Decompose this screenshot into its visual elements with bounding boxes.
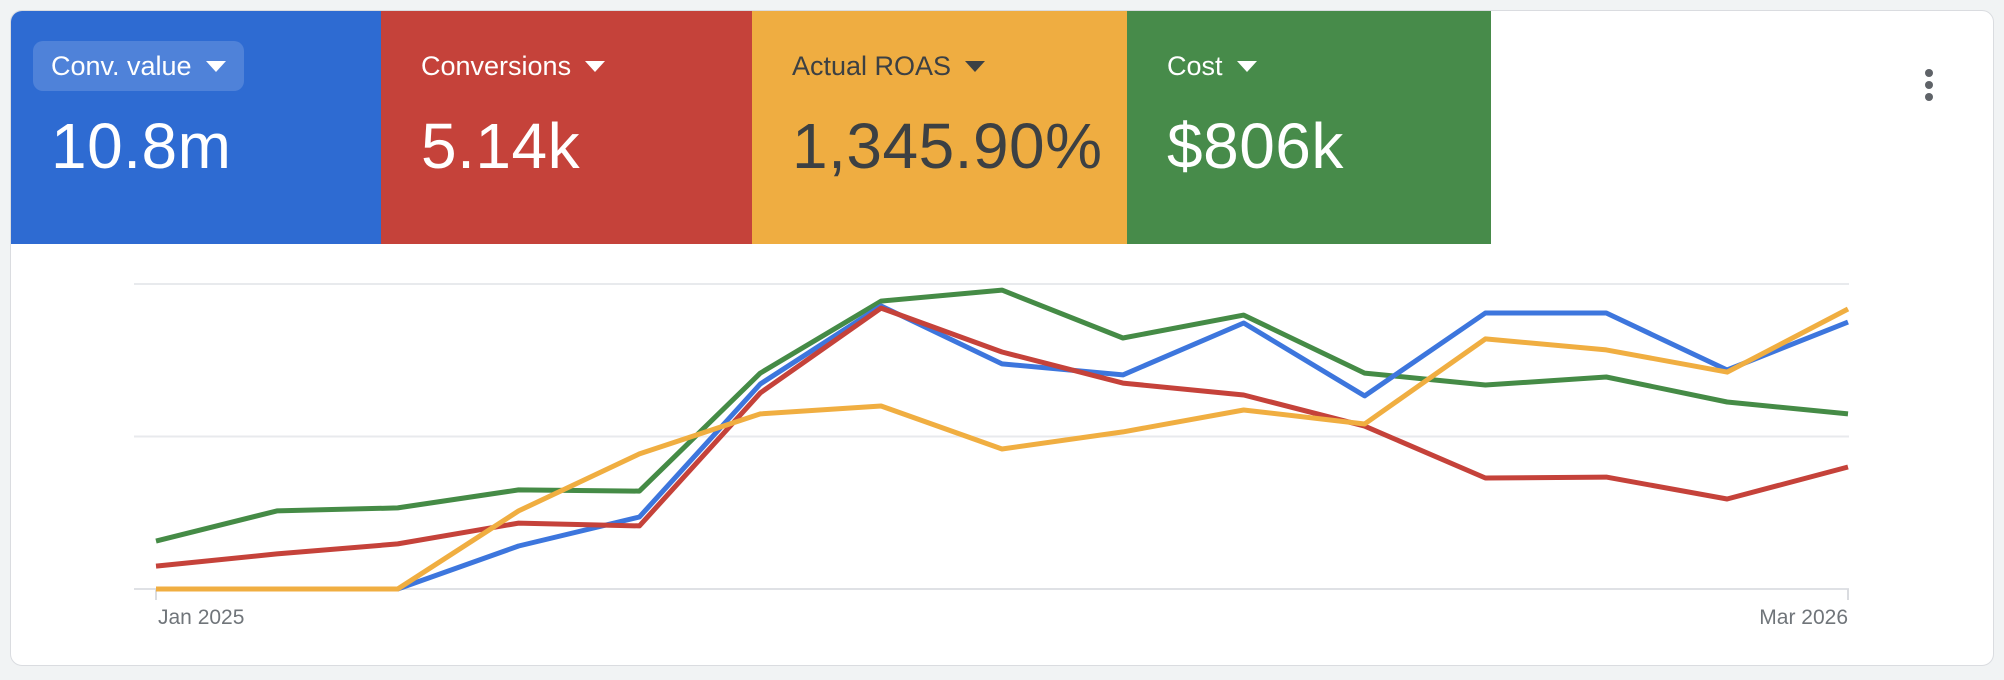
metric-card-cost[interactable]: Cost $806k <box>1127 11 1491 244</box>
metric-selector-actual-roas[interactable]: Actual ROAS <box>774 41 1003 91</box>
metric-value: $806k <box>1167 110 1344 182</box>
metric-selector-conversions[interactable]: Conversions <box>403 41 623 91</box>
x-axis-label-start: Jan 2025 <box>158 606 245 629</box>
chevron-down-icon <box>1236 60 1257 72</box>
more-options-button[interactable] <box>1907 61 1951 109</box>
metric-cards-row: Conv. value 10.8m Conversions 5.14k Actu… <box>11 11 1993 244</box>
chevron-down-icon <box>205 60 226 72</box>
metric-label: Conversions <box>421 50 572 81</box>
metric-selector-cost[interactable]: Cost <box>1149 41 1275 91</box>
x-axis-label-end: Mar 2026 <box>1759 606 1848 629</box>
metric-label: Actual ROAS <box>792 50 952 81</box>
metric-label: Cost <box>1167 50 1223 81</box>
line-chart-area: Jan 2025 Mar 2026 <box>11 244 1993 665</box>
chevron-down-icon <box>585 60 606 72</box>
metric-value: 10.8m <box>51 110 232 182</box>
kebab-menu-icon <box>1925 81 1933 89</box>
metric-label: Conv. value <box>51 50 192 81</box>
line-chart <box>134 283 1850 600</box>
kebab-menu-icon <box>1925 69 1933 77</box>
kebab-menu-icon <box>1925 93 1933 101</box>
metric-card-conv-value[interactable]: Conv. value 10.8m <box>11 11 381 244</box>
metric-card-conversions[interactable]: Conversions 5.14k <box>381 11 752 244</box>
metric-value: 5.14k <box>421 110 581 182</box>
metric-card-actual-roas[interactable]: Actual ROAS 1,345.90% <box>752 11 1127 244</box>
chevron-down-icon <box>965 60 986 72</box>
performance-chart-card: Conv. value 10.8m Conversions 5.14k Actu… <box>10 10 1994 666</box>
metric-value: 1,345.90% <box>792 110 1103 182</box>
chart-line-cost <box>155 287 1849 544</box>
metric-selector-conv-value[interactable]: Conv. value <box>33 41 244 91</box>
